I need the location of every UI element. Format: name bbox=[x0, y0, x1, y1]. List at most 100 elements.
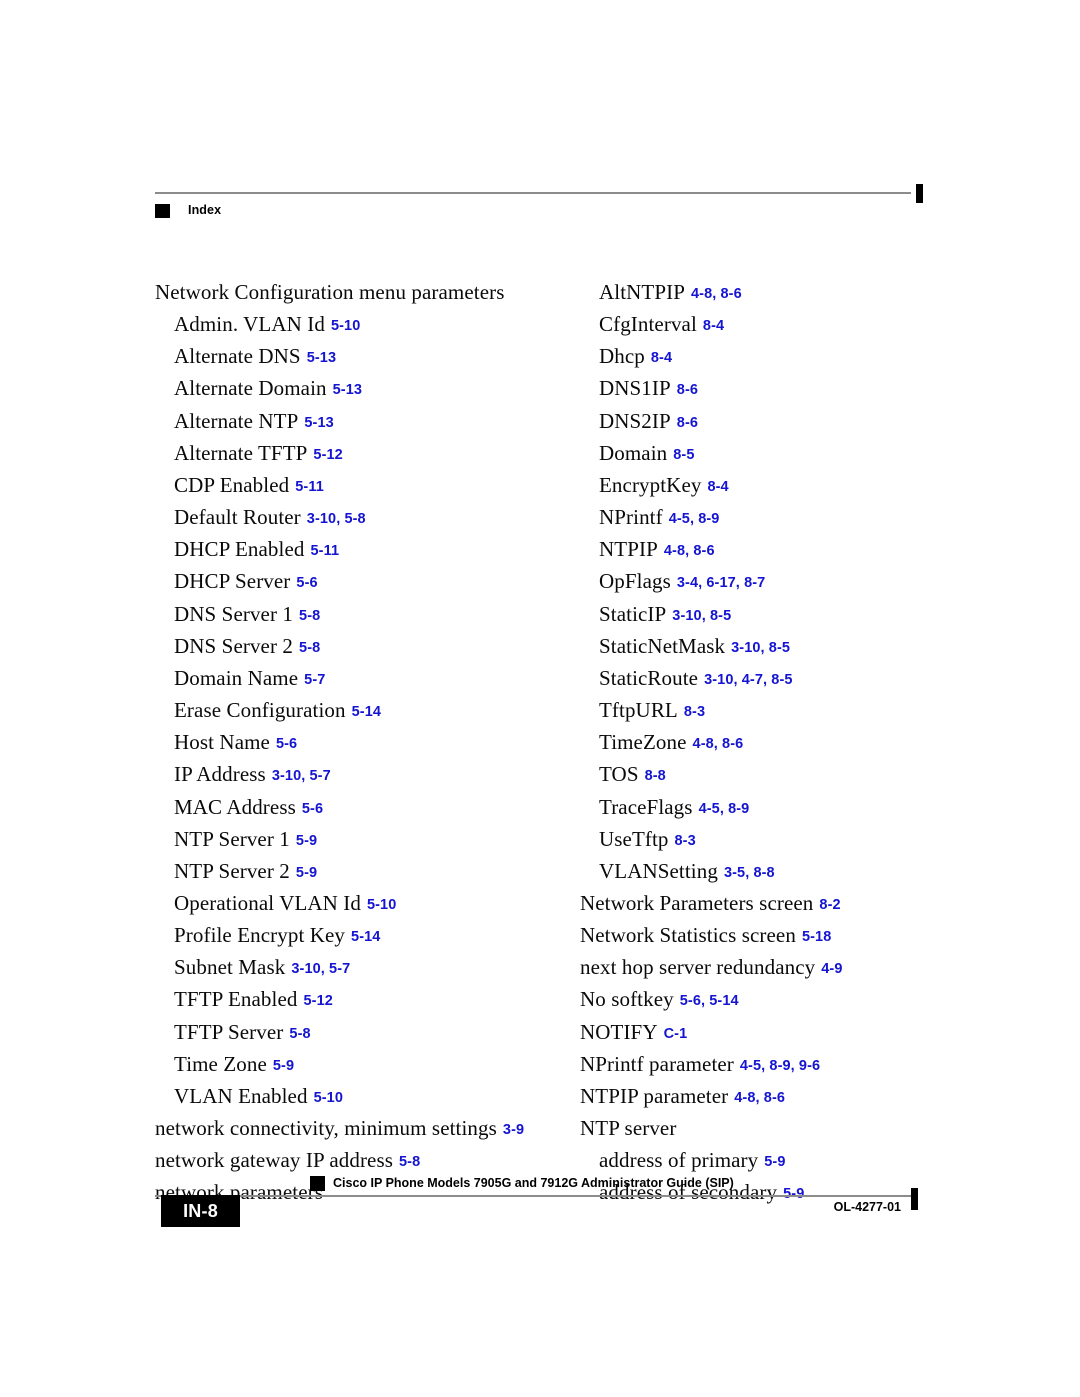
index-entry-page-refs[interactable]: 5-7 bbox=[298, 672, 325, 688]
index-entry-page-refs[interactable]: 8-4 bbox=[697, 318, 724, 334]
index-entry-page-refs[interactable]: 5-14 bbox=[346, 704, 381, 720]
index-entry-term: VLANSetting bbox=[599, 858, 718, 883]
index-entry: Domain 8-5 bbox=[580, 439, 980, 471]
index-entry-term: CDP Enabled bbox=[174, 472, 290, 497]
index-entry: network connectivity, minimum settings 3-… bbox=[155, 1114, 565, 1146]
index-entry-page-refs[interactable]: 8-6 bbox=[671, 415, 698, 431]
index-entry-term: No softkey bbox=[580, 987, 674, 1012]
index-entry-page-refs[interactable]: 5-12 bbox=[298, 993, 333, 1009]
index-entry-term: Profile Encrypt Key bbox=[174, 923, 346, 948]
index-entry-page-refs[interactable]: 5-10 bbox=[308, 1090, 343, 1106]
index-entry-page-refs[interactable]: 5-13 bbox=[301, 350, 336, 366]
index-entry-page-refs[interactable]: 5-8 bbox=[393, 1154, 420, 1170]
index-entry-page-refs[interactable]: 8-8 bbox=[639, 768, 666, 784]
index-entry-page-refs[interactable]: 8-3 bbox=[669, 833, 696, 849]
index-entry: Subnet Mask 3-10, 5-7 bbox=[155, 953, 565, 985]
index-entry-term: Alternate TFTP bbox=[174, 440, 308, 465]
index-entry-term: DHCP Server bbox=[174, 569, 291, 594]
index-entry-page-refs[interactable]: 5-9 bbox=[758, 1154, 785, 1170]
index-entry-page-refs[interactable]: 5-8 bbox=[293, 608, 320, 624]
index-entry-page-refs[interactable]: 8-4 bbox=[645, 350, 672, 366]
index-entry: NTP Server 1 5-9 bbox=[155, 825, 565, 857]
index-entry-page-refs[interactable]: 4-5, 8-9, 9-6 bbox=[734, 1058, 820, 1074]
index-entry-page-refs[interactable]: 3-4, 6-17, 8-7 bbox=[671, 575, 765, 591]
index-entry-term: UseTftp bbox=[599, 826, 669, 851]
index-entry: Domain Name 5-7 bbox=[155, 664, 565, 696]
index-entry-page-refs[interactable]: 8-4 bbox=[701, 479, 728, 495]
index-entry: Alternate TFTP 5-12 bbox=[155, 439, 565, 471]
index-entry-page-refs[interactable]: 8-6 bbox=[671, 382, 698, 398]
index-entry: Alternate DNS 5-13 bbox=[155, 342, 565, 374]
index-entry-page-refs[interactable]: 4-8, 8-6 bbox=[687, 736, 744, 752]
index-entry-term: NTPIP parameter bbox=[580, 1083, 729, 1108]
index-entry-term: IP Address bbox=[174, 762, 266, 787]
index-entry-page-refs[interactable]: 3-10, 5-7 bbox=[266, 768, 331, 784]
index-entry-page-refs[interactable]: 5-6 bbox=[270, 736, 297, 752]
index-entry-page-refs[interactable]: 5-9 bbox=[267, 1058, 294, 1074]
index-entry-page-refs[interactable]: 5-6, 5-14 bbox=[674, 993, 739, 1009]
index-entry-page-refs[interactable]: 3-10, 8-5 bbox=[666, 608, 731, 624]
index-entry-page-refs[interactable]: 3-9 bbox=[497, 1122, 524, 1138]
footer-square-bullet-icon bbox=[310, 1176, 325, 1191]
index-entry-term: Host Name bbox=[174, 730, 270, 755]
footer-endcap-marker bbox=[911, 1188, 918, 1210]
index-entry-page-refs[interactable]: 5-11 bbox=[305, 543, 340, 559]
index-entry-page-refs[interactable]: 5-11 bbox=[289, 479, 324, 495]
index-entry-page-refs[interactable]: 3-10, 8-5 bbox=[725, 640, 790, 656]
index-entry-page-refs[interactable]: 5-8 bbox=[293, 640, 320, 656]
index-entry: DNS2IP 8-6 bbox=[580, 407, 980, 439]
index-entry-page-refs[interactable]: 8-5 bbox=[667, 447, 694, 463]
index-entry-page-refs[interactable]: 5-6 bbox=[296, 801, 323, 817]
index-entry-page-refs[interactable]: 5-18 bbox=[796, 929, 831, 945]
index-entry-page-refs[interactable]: 3-10, 5-8 bbox=[301, 511, 366, 527]
index-entry-term: Erase Configuration bbox=[174, 698, 346, 723]
index-entry-page-refs[interactable]: 5-10 bbox=[325, 318, 360, 334]
index-entry-term: NTP Server 1 bbox=[174, 826, 290, 851]
index-entry-page-refs[interactable]: 5-13 bbox=[327, 382, 362, 398]
index-entry-page-refs[interactable]: 5-9 bbox=[290, 833, 317, 849]
index-entry: Operational VLAN Id 5-10 bbox=[155, 889, 565, 921]
index-entry-page-refs[interactable]: 4-8, 8-6 bbox=[728, 1090, 785, 1106]
index-entry-page-refs[interactable]: 5-10 bbox=[361, 897, 396, 913]
index-entry-page-refs[interactable]: 8-2 bbox=[813, 897, 840, 913]
index-entry-term: address of primary bbox=[599, 1148, 759, 1173]
index-entry-page-refs[interactable]: 3-5, 8-8 bbox=[718, 865, 775, 881]
index-entry-term: EncryptKey bbox=[599, 472, 702, 497]
index-entry-term: Alternate Domain bbox=[174, 376, 327, 401]
section-label: Index bbox=[188, 203, 222, 217]
index-entry-page-refs[interactable]: 3-10, 5-7 bbox=[285, 961, 350, 977]
index-entry-page-refs[interactable]: 5-14 bbox=[345, 929, 380, 945]
index-entry-term: NPrintf bbox=[599, 505, 663, 530]
index-entry-term: TraceFlags bbox=[599, 794, 693, 819]
index-entry-term: Alternate NTP bbox=[174, 408, 299, 433]
index-entry-page-refs[interactable]: 5-12 bbox=[307, 447, 342, 463]
index-entry-term: StaticNetMask bbox=[599, 633, 726, 658]
index-entry-page-refs[interactable]: 5-8 bbox=[283, 1026, 310, 1042]
index-entry-term: Network Statistics screen bbox=[580, 923, 796, 948]
index-entry-term: Domain Name bbox=[174, 665, 299, 690]
footer-rule bbox=[155, 1195, 911, 1197]
index-entry-term: Admin. VLAN Id bbox=[174, 312, 325, 337]
index-entry-term: DHCP Enabled bbox=[174, 537, 305, 562]
index-entry-page-refs[interactable]: 4-8, 8-6 bbox=[685, 286, 742, 302]
index-entry: No softkey 5-6, 5-14 bbox=[580, 985, 980, 1017]
index-entry-term: StaticIP bbox=[599, 601, 667, 626]
index-entry-page-refs[interactable]: 4-5, 8-9 bbox=[663, 511, 720, 527]
index-entry-page-refs[interactable]: 5-13 bbox=[298, 415, 333, 431]
index-entry-term: NTP Server 2 bbox=[174, 858, 290, 883]
index-entry-page-refs[interactable]: 3-10, 4-7, 8-5 bbox=[698, 672, 792, 688]
index-entry-page-refs[interactable]: 5-6 bbox=[290, 575, 317, 591]
index-entry-page-refs[interactable]: 4-5, 8-9 bbox=[693, 801, 750, 817]
index-entry-page-refs[interactable]: C-1 bbox=[658, 1026, 688, 1042]
index-entry-page-refs[interactable]: 4-8, 8-6 bbox=[658, 543, 715, 559]
index-entry: NTPIP parameter 4-8, 8-6 bbox=[580, 1082, 980, 1114]
index-entry-page-refs[interactable]: 8-3 bbox=[678, 704, 705, 720]
index-column-right: AltNTPIP 4-8, 8-6 CfgInterval 8-4 Dhcp 8-4 DNS… bbox=[580, 278, 980, 1211]
index-entry-term: TftpURL bbox=[599, 698, 678, 723]
page-number-box: IN-8 bbox=[161, 1195, 240, 1227]
index-entry: DHCP Server 5-6 bbox=[155, 567, 565, 599]
index-entry-page-refs[interactable]: 4-9 bbox=[815, 961, 842, 977]
index-entry-page-refs[interactable]: 5-9 bbox=[290, 865, 317, 881]
index-entry: DHCP Enabled 5-11 bbox=[155, 535, 565, 567]
index-entry-term: Alternate DNS bbox=[174, 344, 301, 369]
